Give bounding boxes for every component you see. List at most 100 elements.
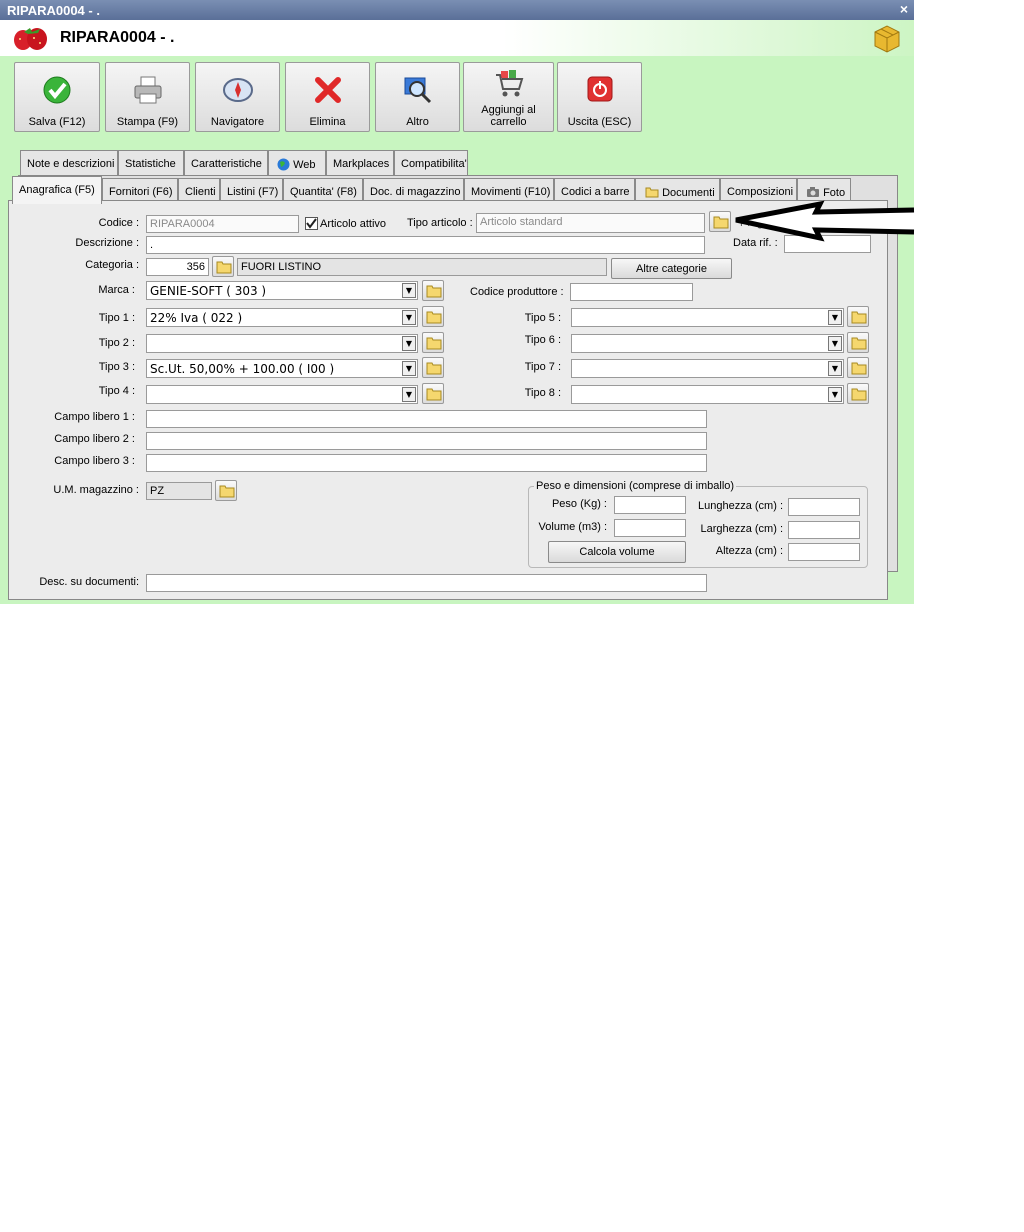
chevron-down-icon[interactable]: ▼ (402, 283, 416, 298)
folder-icon (851, 362, 867, 375)
calcola-volume-button[interactable]: Calcola volume (548, 541, 686, 563)
tab-label: Caratteristiche (191, 158, 262, 170)
marca-value: GENIE-SOFT ( 303 ) (150, 284, 267, 298)
tipo7-select[interactable]: ▼ (571, 359, 844, 378)
tab-label: Markplaces (333, 158, 390, 170)
larghezza-field[interactable] (788, 521, 860, 539)
codice-field[interactable]: RIPARA0004 (146, 215, 299, 233)
chevron-down-icon[interactable]: ▼ (402, 336, 416, 351)
tipo3-folder-button[interactable] (422, 357, 444, 378)
campo-libero-1-label: Campo libero 1 : (54, 411, 135, 423)
marca-folder-button[interactable] (422, 280, 444, 301)
tab-markplaces[interactable]: Markplaces (326, 150, 394, 176)
tab-caratteristiche[interactable]: Caratteristiche (184, 150, 268, 176)
articolo-attivo-label: Articolo attivo (320, 218, 387, 230)
check-icon (43, 76, 71, 104)
delete-button[interactable]: Elimina (285, 62, 370, 132)
tipo7-label: Tipo 7 : (524, 361, 561, 373)
save-button[interactable]: Salva (F12) (14, 62, 100, 132)
altezza-field[interactable] (788, 543, 860, 561)
tipo2-select[interactable]: ▼ (146, 334, 418, 353)
categoria-folder-button[interactable] (212, 256, 234, 277)
desc-documenti-field[interactable] (146, 574, 707, 592)
campo-libero-1-field[interactable] (146, 410, 707, 428)
folder-icon (851, 388, 867, 401)
peso-field[interactable] (614, 496, 686, 514)
navigator-label: Navigatore (210, 116, 265, 128)
tipo3-label: Tipo 3 : (98, 361, 135, 373)
um-folder-button[interactable] (215, 480, 237, 501)
folder-icon (426, 388, 442, 401)
chevron-down-icon[interactable]: ▼ (828, 387, 842, 402)
desc-documenti-label: Desc. su documenti: (39, 576, 139, 588)
lunghezza-label: Lunghezza (cm) : (698, 500, 783, 512)
tab-label: Foto (823, 187, 846, 199)
other-button[interactable]: Altro (375, 62, 460, 132)
chevron-down-icon[interactable]: ▼ (828, 361, 842, 376)
campo-libero-3-field[interactable] (146, 454, 707, 472)
tipo6-folder-button[interactable] (847, 332, 869, 353)
folder-icon (219, 485, 235, 498)
header-bar: RIPARA0004 - . (0, 20, 914, 56)
chevron-down-icon[interactable]: ▼ (402, 361, 416, 376)
tab-statistiche[interactable]: Statistiche (118, 150, 184, 176)
chevron-down-icon[interactable]: ▼ (828, 336, 842, 351)
campo-libero-2-field[interactable] (146, 432, 707, 450)
tipo5-folder-button[interactable] (847, 306, 869, 327)
tab-anagrafica[interactable]: Anagrafica (F5) (12, 176, 102, 204)
tipo1-select[interactable]: 22% Iva ( 022 ) ▼ (146, 308, 418, 327)
volume-field[interactable] (614, 519, 686, 537)
strawberry-icon (14, 28, 47, 50)
tab-label: Anagrafica (F5) (19, 184, 95, 196)
title-bar: RIPARA0004 - . × (0, 0, 914, 20)
chevron-down-icon[interactable]: ▼ (402, 310, 416, 325)
tipo8-folder-button[interactable] (847, 383, 869, 404)
tab-label: Codici a barre (561, 186, 630, 198)
altezza-label: Altezza (cm) : (715, 545, 783, 557)
navigator-button[interactable]: Navigatore (195, 62, 280, 132)
close-icon[interactable]: × (900, 1, 908, 17)
articolo-attivo-checkbox[interactable] (305, 217, 318, 230)
cart-icon (495, 70, 523, 97)
tab-label: Web (293, 159, 316, 171)
anagrafica-panel: Codice : RIPARA0004 Articolo attivo Tipo… (8, 200, 888, 600)
descrizione-field[interactable]: . (146, 236, 705, 254)
categoria-name-field: FUORI LISTINO (237, 258, 607, 276)
globe-icon (277, 158, 290, 171)
tipo1-folder-button[interactable] (422, 306, 444, 327)
tipo4-folder-button[interactable] (422, 383, 444, 404)
um-magazzino-field[interactable]: PZ (146, 482, 212, 500)
codice-produttore-label: Codice produttore : (470, 286, 564, 298)
tipo8-select[interactable]: ▼ (571, 385, 844, 404)
tipo4-label: Tipo 4 : (98, 385, 135, 397)
article-window: RIPARA0004 - . × RIPARA0004 - . Salva (F… (0, 0, 914, 604)
tipo3-select[interactable]: Sc.Ut. 50,00% + 100.00 ( I00 ) ▼ (146, 359, 418, 378)
descrizione-label: Descrizione : (75, 237, 139, 249)
marca-label: Marca : (98, 284, 135, 296)
add-to-cart-button[interactable]: Aggiungi al carrello (463, 62, 554, 132)
print-button[interactable]: Stampa (F9) (105, 62, 190, 132)
tipo6-select[interactable]: ▼ (571, 334, 844, 353)
lunghezza-field[interactable] (788, 498, 860, 516)
chevron-down-icon[interactable]: ▼ (828, 310, 842, 325)
tipo-articolo-field[interactable]: Articolo standard (476, 213, 705, 233)
tab-label: Statistiche (125, 158, 176, 170)
codice-produttore-field[interactable] (570, 283, 693, 301)
printer-icon (134, 76, 161, 104)
altre-categorie-button[interactable]: Altre categorie (611, 258, 732, 279)
tipo7-folder-button[interactable] (847, 357, 869, 378)
tab-compatibilita[interactable]: Compatibilita' (394, 150, 468, 176)
tipo-articolo-label: Tipo articolo : (407, 217, 473, 229)
tipo2-folder-button[interactable] (422, 332, 444, 353)
marca-select[interactable]: GENIE-SOFT ( 303 ) ▼ (146, 281, 418, 300)
exit-button[interactable]: Uscita (ESC) (557, 62, 642, 132)
folder-icon (426, 362, 442, 375)
categoria-code-field[interactable]: 356 (146, 258, 209, 276)
delete-label: Elimina (309, 116, 346, 128)
tab-web[interactable]: Web (268, 150, 326, 176)
tipo4-select[interactable]: ▼ (146, 385, 418, 404)
folder-icon (645, 187, 659, 198)
chevron-down-icon[interactable]: ▼ (402, 387, 416, 402)
tipo5-select[interactable]: ▼ (571, 308, 844, 327)
tab-note-descrizioni[interactable]: Note e descrizioni (20, 150, 118, 176)
